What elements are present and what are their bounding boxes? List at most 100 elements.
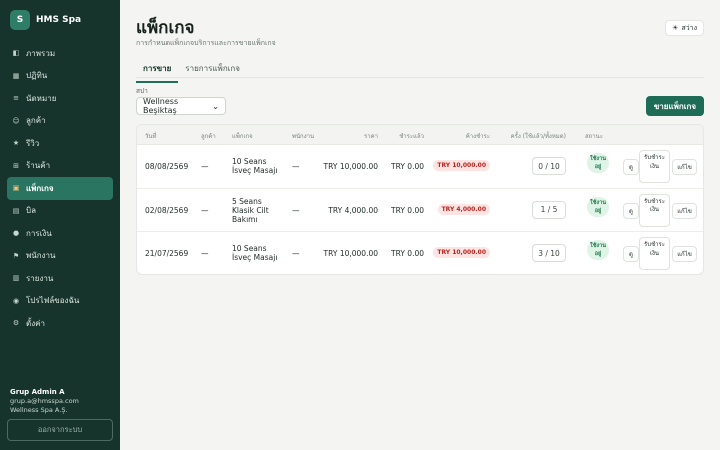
sidebar-item-user[interactable]: ◉ โปรไฟล์ของฉัน [7, 290, 113, 313]
sidebar-item-calendar[interactable]: ▦ ปฏิทิน [7, 65, 113, 88]
sidebar-item-dashboard[interactable]: ◧ ภาพรวม [7, 42, 113, 65]
tab-package-list[interactable]: รายการแพ็กเกจ [178, 58, 247, 83]
table-body: 08/08/2569 — 10 Seans İsveç Masajı — TRY 10,… [137, 145, 703, 274]
logout-button[interactable]: ออกจากระบบ [7, 419, 113, 441]
branch-select-value: Wellness Beşiktaş [143, 97, 179, 115]
sidebar-item-money-bag[interactable]: ● การเงิน [7, 222, 113, 245]
cell-package: 10 Seans İsveç Masajı [232, 244, 278, 262]
money-bag-icon: ● [12, 229, 20, 238]
status-badge: ใช้งานอยู่ [587, 240, 609, 260]
due-badge: TRY 10,000.00 [433, 247, 490, 258]
table-header: วันที่ ลูกค้า แพ็กเกจ พนักงาน ราคา ชำระแ… [137, 125, 703, 145]
view-button[interactable]: ดู [623, 246, 639, 262]
cell-package: 10 Seans İsveç Masajı [232, 157, 278, 175]
page-title: แพ็กเกจ [136, 18, 195, 38]
cell-price: TRY 10,000.00 [323, 162, 378, 171]
sell-package-button[interactable]: ขายแพ็กเกจ [645, 96, 704, 116]
bill-icon: ▤ [12, 206, 20, 215]
gift-icon: ▣ [12, 184, 20, 193]
sidebar-user-info: Grup Admin A grup.a@hmsspa.com Wellness … [10, 388, 79, 415]
sidebar-item-label: รีวิว [26, 138, 40, 148]
uses-counter: 3 / 10 [532, 244, 566, 262]
cell-price: TRY 10,000.00 [323, 249, 378, 258]
sidebar-item-label: ตั้งค่า [26, 318, 45, 328]
user-name: Grup Admin A [10, 388, 65, 396]
dashboard-icon: ◧ [12, 49, 20, 58]
header-uses: ครั้ง (ใช้แล้ว/ทั้งหมด) [510, 133, 566, 140]
sidebar-item-report[interactable]: ▥ รายงาน [7, 267, 113, 290]
cell-customer: — [201, 205, 209, 215]
sales-table: วันที่ ลูกค้า แพ็กเกจ พนักงาน ราคา ชำระแ… [136, 124, 704, 275]
sidebar-item-bill[interactable]: ▤ บิล [7, 200, 113, 223]
sidebar-item-label: พนักงาน [26, 251, 56, 261]
status-badge: ใช้งานอยู่ [587, 153, 609, 173]
sidebar-item-star[interactable]: ★ รีวิว [7, 132, 113, 155]
page-subtitle: การกำหนดแพ็กเกจบริการและการขายแพ็กเกจ [136, 39, 276, 47]
sidebar-item-label: บิล [26, 206, 36, 216]
receive-payment-button[interactable]: รับชำระเงิน [639, 237, 670, 270]
tab-sales[interactable]: การขาย [136, 58, 179, 83]
status-badge: ใช้งานอยู่ [587, 196, 609, 217]
sidebar-nav: ◧ ภาพรวม ▦ ปฏิทิน ≡ นัดหมาย ☺ ลูกค้า ★ รีวิว ⊞ ร้าน… [0, 42, 120, 335]
header-staff: พนักงาน [292, 133, 315, 140]
sidebar-item-gift[interactable]: ▣ แพ็กเกจ [7, 177, 113, 200]
star-icon: ★ [12, 139, 20, 148]
view-button[interactable]: ดู [623, 159, 639, 175]
cart-icon: ⊞ [13, 161, 19, 170]
edit-button[interactable]: แก้ไข [672, 202, 697, 219]
report-icon: ▥ [12, 274, 20, 283]
cell-customer: — [201, 162, 209, 171]
uses-counter: 0 / 10 [532, 157, 566, 175]
table-row: 02/08/2569 — 5 Seans Klasik Cilt Bakımı — TR… [137, 189, 703, 232]
branch-select[interactable]: Wellness Beşiktaş ⌄ [136, 97, 226, 115]
header-due: ค้างชำระ [465, 133, 490, 140]
sidebar-item-appointments[interactable]: ≡ นัดหมาย [7, 87, 113, 110]
flag-icon: ⚑ [12, 251, 20, 260]
branch-filter-label: สปา [136, 87, 148, 95]
sidebar-item-label: ปฏิทิน [26, 71, 48, 81]
edit-button[interactable]: แก้ไข [672, 246, 697, 262]
sidebar-item-label: โปรไฟล์ของฉัน [26, 296, 80, 306]
due-badge: TRY 10,000.00 [433, 160, 490, 171]
user-email: grup.a@hmsspa.com [10, 397, 79, 405]
sidebar-item-label: ร้านค้า [26, 161, 51, 171]
receive-payment-button[interactable]: รับชำระเงิน [639, 193, 670, 227]
header-package: แพ็กเกจ [232, 133, 253, 140]
user-icon: ◉ [12, 296, 20, 305]
cell-date: 08/08/2569 [145, 162, 189, 171]
cell-staff: — [292, 249, 300, 258]
cell-paid: TRY 0.00 [391, 162, 424, 171]
receive-payment-button[interactable]: รับชำระเงิน [639, 150, 670, 183]
view-button[interactable]: ดู [623, 202, 639, 219]
sidebar-item-label: แพ็กเกจ [26, 183, 54, 193]
cell-staff: — [292, 205, 300, 215]
cell-staff: — [292, 162, 300, 171]
table-row: 08/08/2569 — 10 Seans İsveç Masajı — TRY 10,… [137, 145, 703, 189]
sidebar: S HMS Spa ◧ ภาพรวม ▦ ปฏิทิน ≡ นัดหมาย ☺ ลูกค้า ★… [0, 0, 120, 450]
cell-date: 02/08/2569 [145, 205, 189, 215]
header-customer: ลูกค้า [201, 133, 216, 140]
brand[interactable]: S HMS Spa [0, 0, 120, 40]
cell-date: 21/07/2569 [145, 249, 189, 258]
sidebar-item-cart[interactable]: ⊞ ร้านค้า [7, 155, 113, 178]
table-row: 21/07/2569 — 10 Seans İsveç Masajı — TRY 10,… [137, 232, 703, 274]
sidebar-item-customers[interactable]: ☺ ลูกค้า [7, 110, 113, 133]
header-paid: ชำระแล้ว [399, 133, 424, 140]
main-content: แพ็กเกจ การกำหนดแพ็กเกจบริการและการขายแพ… [120, 0, 720, 450]
cell-package: 5 Seans Klasik Cilt Bakımı [232, 196, 269, 224]
header-price: ราคา [364, 133, 378, 140]
header-date: วันที่ [145, 133, 157, 140]
sidebar-item-flag[interactable]: ⚑ พนักงาน [7, 245, 113, 268]
sidebar-item-label: ภาพรวม [26, 48, 56, 58]
theme-toggle-button[interactable]: ☀ สว่าง [665, 20, 704, 36]
cell-paid: TRY 0.00 [391, 249, 424, 258]
sidebar-item-gear[interactable]: ⚙ ตั้งค่า [7, 312, 113, 335]
brand-logo: S [10, 10, 30, 30]
cell-customer: — [201, 249, 209, 258]
due-badge: TRY 4,000.00 [437, 203, 490, 215]
user-company: Wellness Spa A.Ş. [10, 406, 68, 414]
sidebar-item-label: รายงาน [26, 273, 54, 283]
theme-toggle-label: สว่าง [681, 23, 697, 32]
header-status: สถานะ [585, 133, 603, 140]
edit-button[interactable]: แก้ไข [672, 159, 697, 175]
